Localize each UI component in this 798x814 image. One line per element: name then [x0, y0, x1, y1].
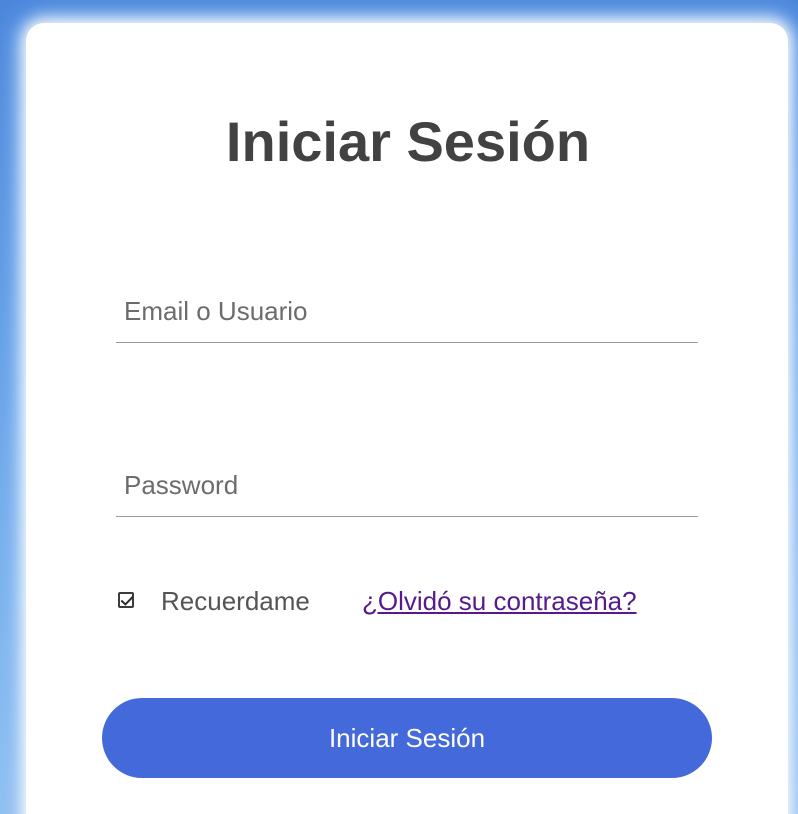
page-title: Iniciar Sesión: [225, 110, 591, 173]
email-input[interactable]: [124, 282, 684, 340]
password-field-container: [116, 456, 698, 517]
remember-row: Recuerdame ¿Olvidó su contraseña?: [116, 584, 716, 624]
password-input[interactable]: [124, 456, 684, 514]
login-button[interactable]: Iniciar Sesión: [102, 698, 712, 778]
remember-label[interactable]: Recuerdame: [161, 584, 310, 618]
check-icon: [120, 596, 134, 606]
remember-checkbox[interactable]: [118, 592, 134, 608]
email-field-container: [116, 282, 698, 343]
forgot-password-link[interactable]: ¿Olvidó su contraseña?: [362, 584, 637, 618]
